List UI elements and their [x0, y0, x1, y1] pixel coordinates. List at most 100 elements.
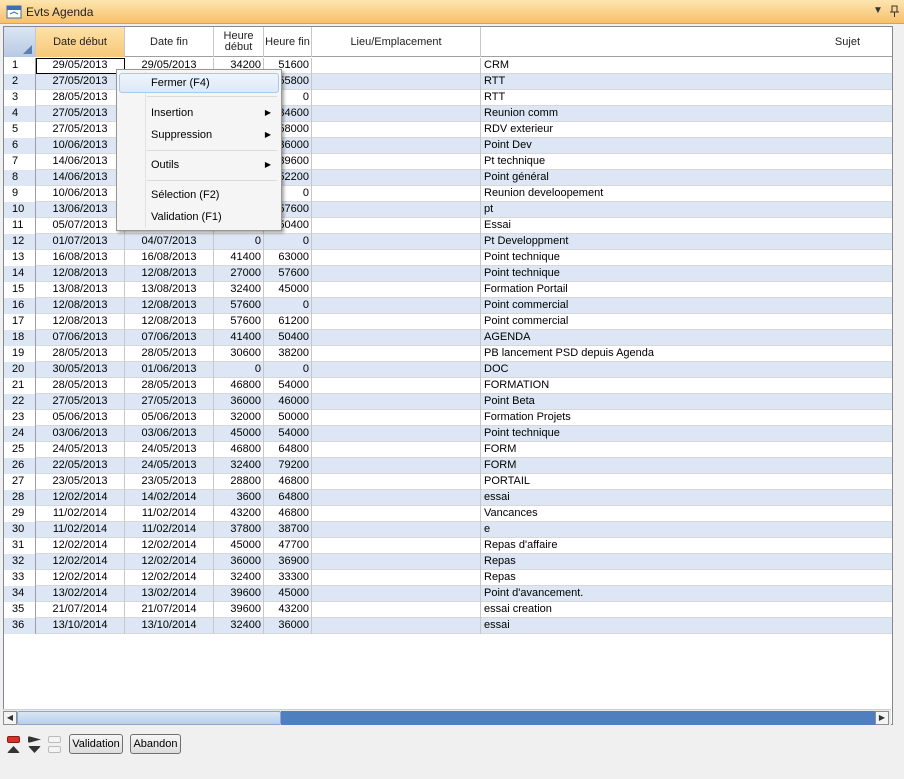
- table-row[interactable]: 35 21/07/2014 21/07/2014 39600 43200 essai cr…: [4, 602, 892, 618]
- cell-heure-debut[interactable]: 32400: [214, 618, 264, 634]
- row-number[interactable]: 33: [4, 570, 36, 586]
- cell-date-debut[interactable]: 03/06/2013: [36, 426, 125, 442]
- cell-date-fin[interactable]: 24/05/2013: [125, 442, 214, 458]
- cell-sujet[interactable]: FORM: [481, 458, 892, 474]
- cell-date-debut[interactable]: 14/06/2013: [36, 154, 125, 170]
- cell-heure-fin[interactable]: 64800: [264, 442, 312, 458]
- cell-sujet[interactable]: FORM: [481, 442, 892, 458]
- cell-heure-debut[interactable]: 45000: [214, 538, 264, 554]
- cell-lieu[interactable]: [312, 346, 481, 362]
- row-number[interactable]: 14: [4, 266, 36, 282]
- cell-lieu[interactable]: [312, 554, 481, 570]
- move-up-icon[interactable]: [7, 746, 20, 753]
- scroll-left-icon[interactable]: ◀: [3, 711, 17, 725]
- cell-heure-fin[interactable]: 36000: [264, 618, 312, 634]
- cell-heure-debut[interactable]: 39600: [214, 602, 264, 618]
- cell-date-debut[interactable]: 13/08/2013: [36, 282, 125, 298]
- cell-sujet[interactable]: AGENDA: [481, 330, 892, 346]
- cell-sujet[interactable]: Point technique: [481, 250, 892, 266]
- cell-lieu[interactable]: [312, 90, 481, 106]
- cell-date-debut[interactable]: 12/02/2014: [36, 570, 125, 586]
- cell-date-debut[interactable]: 12/08/2013: [36, 298, 125, 314]
- cell-date-fin[interactable]: 16/08/2013: [125, 250, 214, 266]
- row-number[interactable]: 18: [4, 330, 36, 346]
- cell-heure-debut[interactable]: 43200: [214, 506, 264, 522]
- cell-date-fin[interactable]: 11/02/2014: [125, 522, 214, 538]
- cell-date-fin[interactable]: 12/02/2014: [125, 570, 214, 586]
- cell-heure-fin[interactable]: 43200: [264, 602, 312, 618]
- cell-heure-fin[interactable]: 38200: [264, 346, 312, 362]
- cell-lieu[interactable]: [312, 522, 481, 538]
- cell-heure-fin[interactable]: 61200: [264, 314, 312, 330]
- cell-heure-debut[interactable]: 0: [214, 234, 264, 250]
- menu-item-fermer[interactable]: Fermer (F4): [119, 73, 279, 93]
- cell-heure-fin[interactable]: 54000: [264, 426, 312, 442]
- cell-date-fin[interactable]: 13/10/2014: [125, 618, 214, 634]
- cell-date-fin[interactable]: 12/02/2014: [125, 554, 214, 570]
- cell-sujet[interactable]: essai: [481, 618, 892, 634]
- table-row[interactable]: 32 12/02/2014 12/02/2014 36000 36900 Repas: [4, 554, 892, 570]
- cell-date-fin[interactable]: 13/08/2013: [125, 282, 214, 298]
- header-date-fin[interactable]: Date fin: [125, 27, 214, 57]
- row-number[interactable]: 30: [4, 522, 36, 538]
- cell-heure-fin[interactable]: 57600: [264, 266, 312, 282]
- cell-date-debut[interactable]: 05/06/2013: [36, 410, 125, 426]
- row-number[interactable]: 32: [4, 554, 36, 570]
- cell-sujet[interactable]: pt: [481, 202, 892, 218]
- table-row[interactable]: 24 03/06/2013 03/06/2013 45000 54000 Point te…: [4, 426, 892, 442]
- cell-sujet[interactable]: Reunion develoopement: [481, 186, 892, 202]
- table-row[interactable]: 19 28/05/2013 28/05/2013 30600 38200 PB lance…: [4, 346, 892, 362]
- cell-heure-fin[interactable]: 46000: [264, 394, 312, 410]
- next-record-icon[interactable]: [28, 736, 41, 743]
- validation-button[interactable]: Validation: [69, 734, 123, 754]
- row-number[interactable]: 13: [4, 250, 36, 266]
- cell-lieu[interactable]: [312, 410, 481, 426]
- row-number[interactable]: 6: [4, 138, 36, 154]
- cell-date-debut[interactable]: 13/10/2014: [36, 618, 125, 634]
- cell-date-fin[interactable]: 11/02/2014: [125, 506, 214, 522]
- cell-lieu[interactable]: [312, 218, 481, 234]
- cell-sujet[interactable]: RTT: [481, 74, 892, 90]
- table-row[interactable]: 12 01/07/2013 04/07/2013 0 0 Pt Developpment: [4, 234, 892, 250]
- cell-date-debut[interactable]: 28/05/2013: [36, 90, 125, 106]
- cell-heure-fin[interactable]: 0: [264, 298, 312, 314]
- cell-date-debut[interactable]: 16/08/2013: [36, 250, 125, 266]
- cell-lieu[interactable]: [312, 138, 481, 154]
- cell-sujet[interactable]: Point d'avancement.: [481, 586, 892, 602]
- cell-lieu[interactable]: [312, 282, 481, 298]
- cell-sujet[interactable]: Point Beta: [481, 394, 892, 410]
- cell-sujet[interactable]: Point technique: [481, 266, 892, 282]
- cell-lieu[interactable]: [312, 170, 481, 186]
- cell-heure-debut[interactable]: 32400: [214, 570, 264, 586]
- cell-sujet[interactable]: Point technique: [481, 426, 892, 442]
- cell-date-fin[interactable]: 03/06/2013: [125, 426, 214, 442]
- cell-date-fin[interactable]: 04/07/2013: [125, 234, 214, 250]
- cell-lieu[interactable]: [312, 362, 481, 378]
- row-number[interactable]: 7: [4, 154, 36, 170]
- cell-heure-fin[interactable]: 45000: [264, 586, 312, 602]
- cell-lieu[interactable]: [312, 298, 481, 314]
- cell-lieu[interactable]: [312, 186, 481, 202]
- table-row[interactable]: 30 11/02/2014 11/02/2014 37800 38700 e: [4, 522, 892, 538]
- cell-lieu[interactable]: [312, 618, 481, 634]
- scroll-track[interactable]: [281, 711, 875, 725]
- table-row[interactable]: 26 22/05/2013 24/05/2013 32400 79200 FORM: [4, 458, 892, 474]
- cell-date-debut[interactable]: 28/05/2013: [36, 378, 125, 394]
- row-number[interactable]: 34: [4, 586, 36, 602]
- cell-sujet[interactable]: Formation Projets: [481, 410, 892, 426]
- table-row[interactable]: 17 12/08/2013 12/08/2013 57600 61200 Point co…: [4, 314, 892, 330]
- row-number[interactable]: 11: [4, 218, 36, 234]
- cell-sujet[interactable]: Vancances: [481, 506, 892, 522]
- abandon-button[interactable]: Abandon: [130, 734, 181, 754]
- cell-sujet[interactable]: DOC: [481, 362, 892, 378]
- row-number[interactable]: 22: [4, 394, 36, 410]
- cell-sujet[interactable]: Point commercial: [481, 314, 892, 330]
- chevron-down-icon[interactable]: ▼: [871, 4, 885, 18]
- cell-heure-debut[interactable]: 28800: [214, 474, 264, 490]
- cell-sujet[interactable]: e: [481, 522, 892, 538]
- cell-heure-debut[interactable]: 46800: [214, 378, 264, 394]
- cell-lieu[interactable]: [312, 394, 481, 410]
- cell-lieu[interactable]: [312, 602, 481, 618]
- row-number[interactable]: 28: [4, 490, 36, 506]
- cell-sujet[interactable]: Reunion comm: [481, 106, 892, 122]
